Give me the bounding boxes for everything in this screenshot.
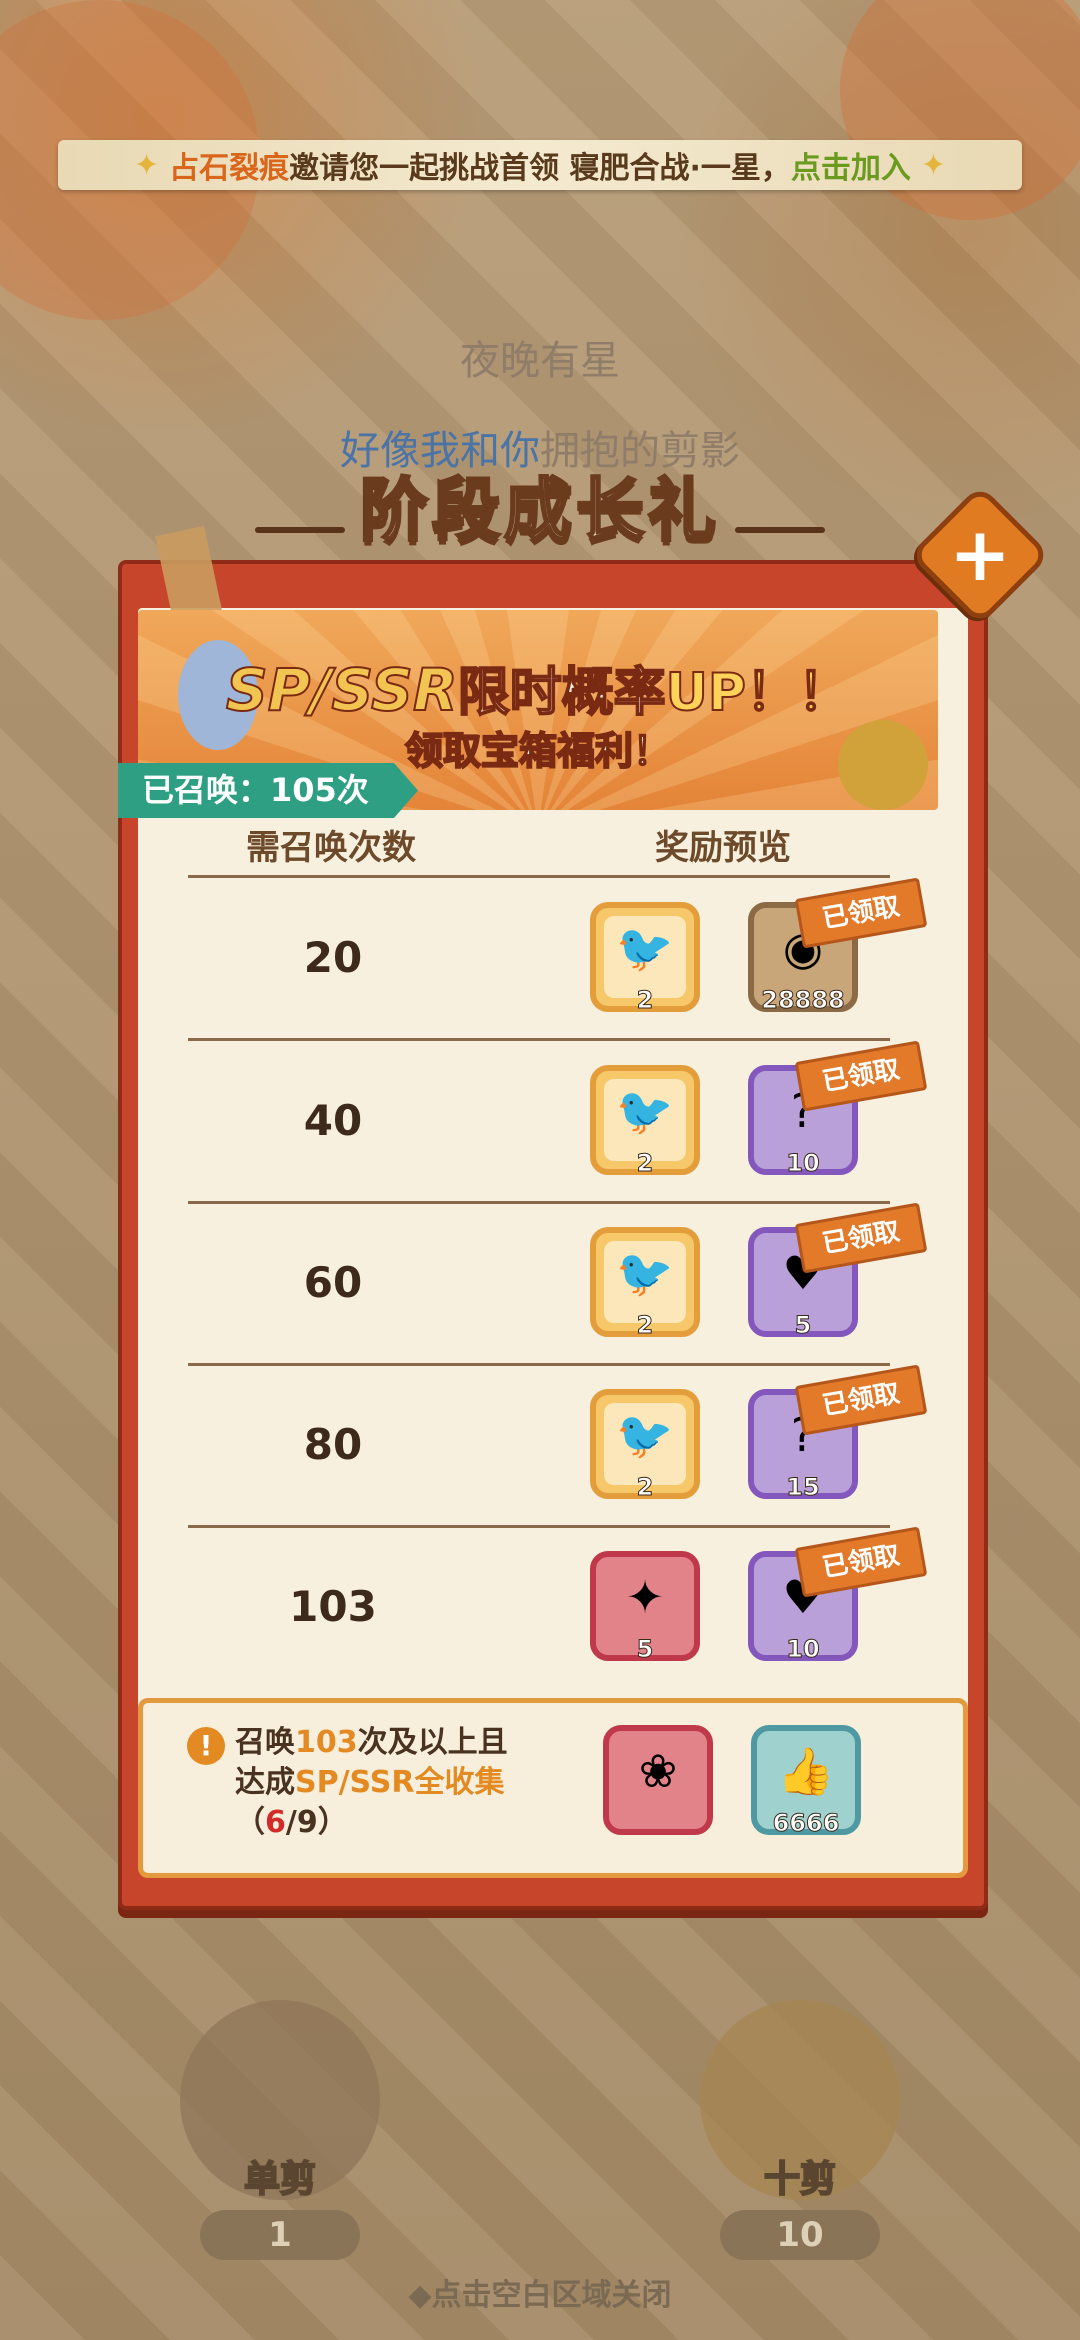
bird-token-item[interactable]: 🐦 2	[590, 1065, 700, 1178]
column-header-reward: 奖励预览	[655, 828, 791, 868]
req-text: 召唤	[235, 1725, 295, 1760]
single-summon-button[interactable]: 单剪 1	[140, 2000, 420, 2260]
progress-current: 6	[265, 1805, 286, 1840]
summon-cost: 1	[200, 2210, 360, 2260]
bird-icon: 🐦	[616, 1084, 674, 1138]
collection-reward-box: ! 召唤103次及以上且 达成SP/SSR全收集 （6/9） ❀ 👍 6666	[138, 1698, 968, 1878]
req-text: 达成	[235, 1765, 295, 1800]
row-count: 20	[303, 933, 363, 982]
summon-label: 十剪	[763, 2158, 837, 2201]
invite-player-name: 占石裂痕	[169, 151, 290, 186]
bird-icon: 🐦	[616, 1246, 674, 1300]
bird-token-item[interactable]: 🐦 2	[590, 1227, 700, 1340]
row-count: 60	[303, 1258, 363, 1307]
banner-mid: 限时概率	[457, 662, 667, 724]
invite-banner[interactable]: ✦ 占石裂痕 邀请您一起挑战首领 寝肥合战·一星， 点击加入 ✦	[58, 140, 1022, 190]
item-qty: 6666	[772, 1809, 840, 1838]
item-qty: 15	[786, 1473, 820, 1502]
summon-count-badge: 已召唤：105次	[118, 763, 418, 818]
item-qty: 2	[636, 986, 654, 1015]
close-icon: +	[948, 512, 1011, 598]
mystery-flower-icon: ❀	[638, 1744, 678, 1798]
progress-total: /9）	[285, 1805, 348, 1840]
banner-up: UP！！	[665, 662, 851, 724]
req-text: 次及以上且	[357, 1725, 508, 1760]
table-row: 40 🐦 2 ? 10 已领取	[188, 1040, 928, 1204]
table-row: 20 🐦 2 ◉ 28888 已领取	[188, 877, 928, 1041]
bird-icon: 🐦	[616, 1408, 674, 1462]
item-qty: 10	[786, 1149, 820, 1178]
star-icon: ✦	[133, 147, 160, 183]
mystery-flower-item[interactable]: ❀	[603, 1725, 713, 1835]
item-qty: 28888	[761, 986, 846, 1015]
item-qty: 5	[794, 1311, 812, 1340]
item-qty: 5	[636, 1635, 654, 1664]
shard-item[interactable]: ✦ 5	[590, 1551, 700, 1664]
collection-requirement: 召唤103次及以上且 达成SP/SSR全收集 （6/9）	[235, 1723, 535, 1843]
req-highlight: SP/SSR全收集	[295, 1765, 505, 1800]
title-deco-right	[735, 526, 826, 533]
item-qty: 2	[636, 1311, 654, 1340]
summon-label: 单剪	[243, 2158, 317, 2201]
progress-open: （	[235, 1805, 265, 1840]
bird-token-item[interactable]: 🐦 2	[590, 902, 700, 1015]
bird-token-item[interactable]: 🐦 2	[590, 1389, 700, 1502]
req-number: 103	[295, 1725, 358, 1760]
ten-summon-button[interactable]: 十剪 10	[660, 2000, 940, 2260]
item-qty: 10	[786, 1635, 820, 1664]
thumbs-up-card-item[interactable]: 👍 6666	[751, 1725, 861, 1838]
shard-card-icon: ✦	[625, 1570, 665, 1624]
thumbs-up-card-icon: 👍	[777, 1744, 835, 1798]
table-row: 103 ✦ 5 ♥ 10 已领取	[188, 1526, 928, 1687]
table-row: 80 🐦 2 ? 15 已领取	[188, 1364, 928, 1528]
banner-headline: SP/SSR限时概率UP！！	[138, 650, 938, 725]
table-row: 60 🐦 2 ♥ 5 已领取	[188, 1202, 928, 1366]
lyric-line-1: 夜晚有星	[460, 338, 620, 384]
item-qty: 2	[636, 1473, 654, 1502]
invite-join-link[interactable]: 点击加入	[791, 143, 911, 187]
item-qty: 2	[636, 1149, 654, 1178]
page-title: 阶段成长礼	[358, 471, 720, 553]
summon-cost: 10	[720, 2210, 880, 2260]
bird-icon: 🐦	[616, 921, 674, 975]
row-count: 40	[303, 1096, 363, 1145]
exclamation-icon: !	[187, 1727, 225, 1765]
row-count: 103	[289, 1582, 377, 1631]
banner-sp-ssr: SP/SSR	[225, 655, 459, 725]
column-header-count: 需召唤次数	[246, 828, 416, 868]
star-icon: ✦	[920, 147, 947, 183]
row-count: 80	[303, 1420, 363, 1469]
close-hint[interactable]: ◆点击空白区域关闭	[0, 2270, 1080, 2314]
invite-text: 邀请您一起挑战首领 寝肥合战·一星，	[289, 151, 791, 186]
title-deco-left	[254, 526, 345, 533]
